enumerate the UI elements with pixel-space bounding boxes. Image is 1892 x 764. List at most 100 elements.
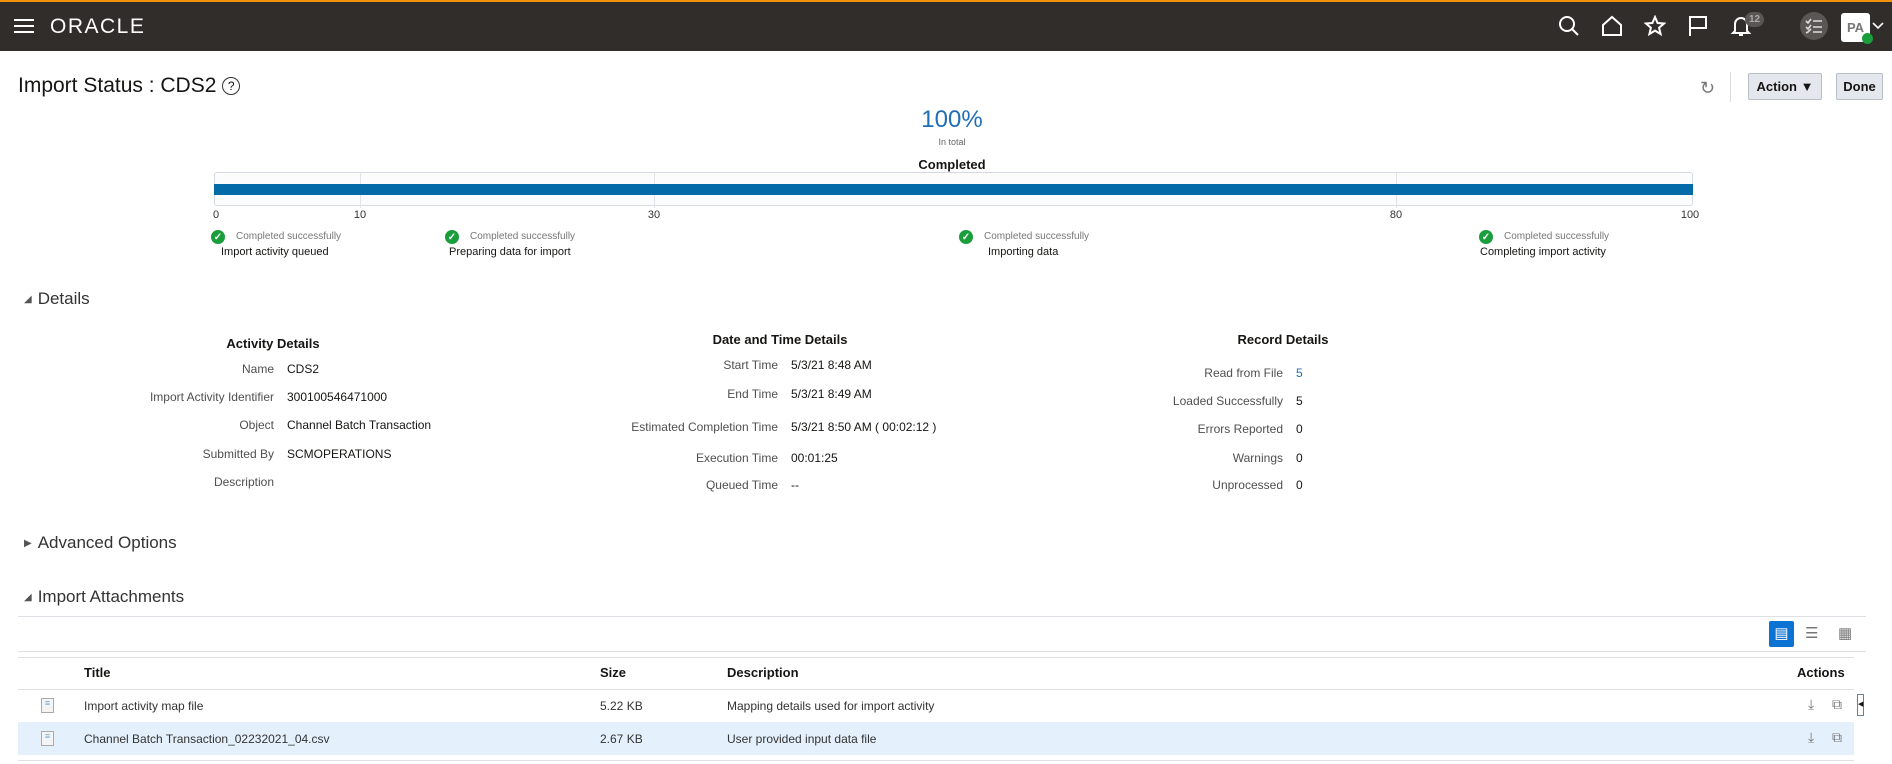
tick-label: 30 xyxy=(647,209,661,221)
user-avatar[interactable]: PA xyxy=(1841,13,1873,44)
page-title: Import Status : CDS2 ? xyxy=(18,74,241,98)
detail-value: 5/3/21 8:48 AM xyxy=(791,358,872,372)
section-title: Details xyxy=(37,289,90,308)
attachment-description: User provided input data file xyxy=(727,732,877,746)
refresh-icon[interactable]: ↻ xyxy=(1700,78,1715,99)
divider xyxy=(18,651,1866,652)
tick-label: 0 xyxy=(212,209,220,221)
file-icon: ≡ xyxy=(41,698,54,713)
column-header-size[interactable]: Size xyxy=(600,665,626,680)
download-icon[interactable]: ⤓ xyxy=(1808,696,1814,713)
step-status: Completed successfully xyxy=(470,231,576,242)
table-row-selected[interactable]: ≡ Channel Batch Transaction_02232021_04.… xyxy=(18,722,1854,755)
step-status: Completed successfully xyxy=(236,231,342,242)
detail-label: End Time xyxy=(727,387,778,401)
datetime-details-heading: Date and Time Details xyxy=(712,332,848,347)
detail-value: 00:01:25 xyxy=(791,451,838,465)
column-header-title[interactable]: Title xyxy=(84,665,111,680)
detail-label: Loaded Successfully xyxy=(1172,394,1283,408)
check-circle-icon: ✓ xyxy=(959,230,973,244)
step-name: Importing data xyxy=(988,246,1059,258)
chevron-down-icon[interactable] xyxy=(1868,12,1888,40)
detail-value: SCMOPERATIONS xyxy=(287,447,392,461)
detail-value: 0 xyxy=(1296,451,1303,465)
favorites-star-icon[interactable] xyxy=(1641,12,1669,40)
collapse-triangle-icon: ◢ xyxy=(24,293,32,305)
progress-subtitle: In total xyxy=(938,137,966,147)
attachment-size: 2.67 KB xyxy=(600,732,643,746)
detail-value: Channel Batch Transaction xyxy=(287,418,432,432)
detail-label: Warnings xyxy=(1232,451,1283,465)
watchlist-flag-icon[interactable] xyxy=(1684,12,1712,40)
column-header-actions: Actions xyxy=(1797,665,1845,680)
step-status: Completed successfully xyxy=(984,231,1090,242)
attachment-title[interactable]: Import activity map file xyxy=(84,699,203,713)
detail-value: -- xyxy=(791,478,799,492)
check-circle-icon: ✓ xyxy=(1479,230,1493,244)
import-attachments-toggle[interactable]: ◢ Import Attachments xyxy=(24,587,184,607)
attachment-size: 5.22 KB xyxy=(600,699,643,713)
grid-view-icon[interactable]: ▦ xyxy=(1838,624,1852,642)
check-circle-icon: ✓ xyxy=(211,230,225,244)
detail-label: Name xyxy=(241,362,274,376)
detail-label: Errors Reported xyxy=(1197,422,1283,436)
detail-label: Import Activity Identifier xyxy=(149,390,274,404)
detail-label: Submitted By xyxy=(202,447,274,461)
step-status: Completed successfully xyxy=(1504,231,1610,242)
section-title: Import Attachments xyxy=(37,587,185,606)
collapse-triangle-icon: ◢ xyxy=(24,591,32,603)
detail-value: 0 xyxy=(1296,422,1303,436)
detail-label: Estimated Completion Time xyxy=(631,420,778,434)
details-section-toggle[interactable]: ◢ Details xyxy=(24,289,90,309)
record-details-heading: Record Details xyxy=(1237,332,1329,347)
action-menu-button[interactable]: Action ▼ xyxy=(1748,73,1822,100)
detail-label: Read from File xyxy=(1204,366,1283,380)
detail-value: 300100546471000 xyxy=(287,390,388,404)
detail-value: CDS2 xyxy=(287,362,320,376)
detail-label: Execution Time xyxy=(695,451,778,465)
search-icon[interactable] xyxy=(1555,12,1583,40)
file-icon: ≡ xyxy=(41,731,54,746)
table-row[interactable]: ≡ Import activity map file 5.22 KB Mappi… xyxy=(18,690,1854,722)
download-icon[interactable]: ⤓ xyxy=(1808,729,1814,746)
view-icon[interactable]: ⧉ xyxy=(1832,696,1842,713)
advanced-options-toggle[interactable]: ▶ Advanced Options xyxy=(24,533,177,553)
expand-triangle-icon: ▶ xyxy=(24,537,32,549)
tick-label: 100 xyxy=(1680,209,1700,221)
detail-label: Queued Time xyxy=(705,478,778,492)
home-icon[interactable] xyxy=(1598,12,1626,40)
tick-label: 10 xyxy=(353,209,367,221)
column-header-description[interactable]: Description xyxy=(727,665,799,680)
progress-percent: 100% xyxy=(921,106,983,133)
done-button[interactable]: Done xyxy=(1836,73,1883,100)
detail-label: Start Time xyxy=(723,358,778,372)
detail-value[interactable]: 5 xyxy=(1296,366,1303,380)
oracle-logo[interactable]: ORACLE xyxy=(50,15,145,39)
detail-value: 5/3/21 8:50 AM ( 00:02:12 ) xyxy=(791,420,937,434)
activity-details-heading: Activity Details xyxy=(226,336,320,351)
checklist-icon[interactable] xyxy=(1800,12,1828,40)
attachment-title[interactable]: Channel Batch Transaction_02232021_04.cs… xyxy=(84,732,330,746)
detail-value: 5 xyxy=(1296,394,1303,408)
table-view-icon[interactable]: ▤ xyxy=(1769,621,1794,647)
list-view-icon[interactable]: ☰ xyxy=(1805,624,1818,642)
step-name: Completing import activity xyxy=(1480,246,1606,258)
detail-label: Unprocessed xyxy=(1212,478,1283,492)
divider xyxy=(18,657,1854,658)
tick-label: 80 xyxy=(1389,209,1403,221)
hamburger-menu-icon[interactable] xyxy=(10,12,38,40)
progress-fill xyxy=(214,184,1693,195)
attachment-description: Mapping details used for import activity xyxy=(727,699,935,713)
detail-label: Description xyxy=(213,475,274,489)
check-circle-icon: ✓ xyxy=(445,230,459,244)
divider xyxy=(18,616,1866,617)
collapse-panel-handle[interactable]: ◀ xyxy=(1857,694,1864,716)
view-icon[interactable]: ⧉ xyxy=(1832,729,1842,746)
notification-count-badge: 12 xyxy=(1745,12,1765,27)
help-icon[interactable]: ? xyxy=(222,77,241,95)
detail-value: 0 xyxy=(1296,478,1303,492)
section-title: Advanced Options xyxy=(37,533,177,552)
step-name: Import activity queued xyxy=(221,246,329,258)
divider xyxy=(18,760,1854,761)
global-header: ORACLE 12 PA xyxy=(0,0,1892,51)
